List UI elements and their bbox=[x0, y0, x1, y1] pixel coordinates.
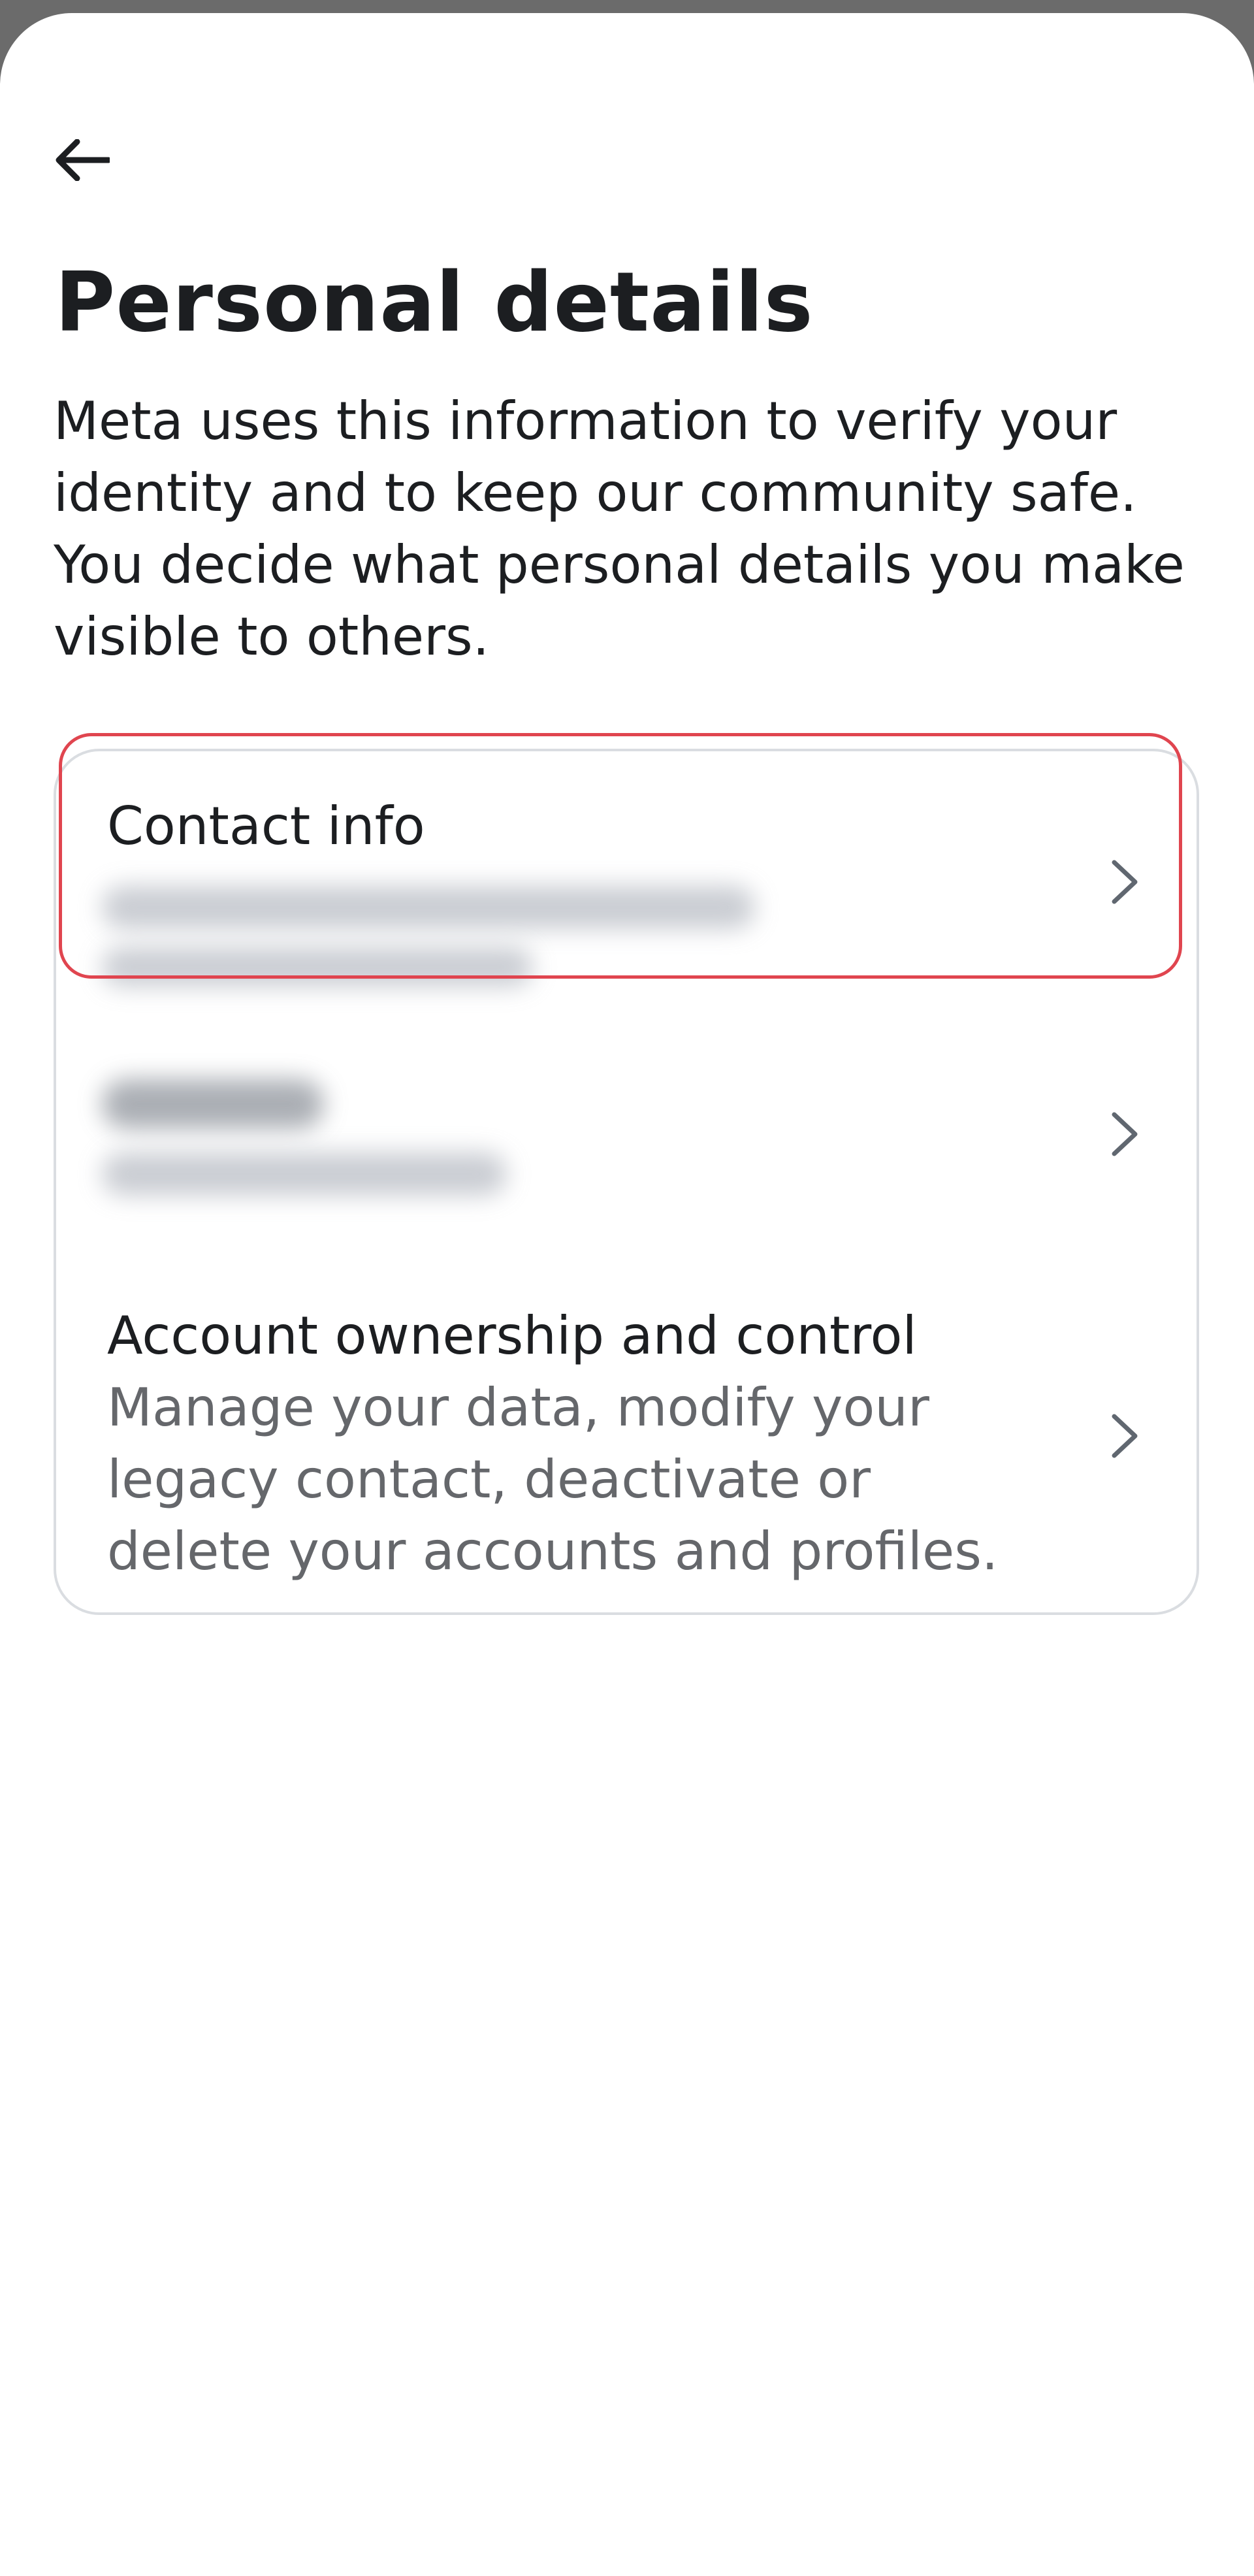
arrow-left-icon bbox=[56, 139, 110, 181]
personal-details-sheet: Personal details Meta uses this informat… bbox=[0, 13, 1254, 2576]
redacted-contact-line-1 bbox=[102, 886, 755, 929]
account-ownership-subtitle: Manage your data, modify your legacy con… bbox=[107, 1377, 999, 1582]
redacted-birthday-label bbox=[102, 1079, 324, 1129]
contact-info-row[interactable]: Contact info bbox=[56, 751, 1197, 986]
redacted-birthday-value bbox=[102, 1152, 507, 1196]
chevron-right-icon bbox=[1112, 1414, 1138, 1458]
personal-details-card: Contact info Account ownership and contr… bbox=[54, 749, 1199, 1615]
account-ownership-row[interactable]: Account ownership and control Manage you… bbox=[56, 1267, 1197, 1615]
chevron-right-icon bbox=[1112, 860, 1138, 904]
redacted-contact-line-2 bbox=[102, 947, 533, 986]
account-ownership-title: Account ownership and control bbox=[107, 1305, 917, 1366]
contact-info-title: Contact info bbox=[107, 796, 425, 856]
chevron-right-icon bbox=[1112, 1112, 1138, 1156]
page-title: Personal details bbox=[55, 254, 814, 350]
page-description: Meta uses this information to verify you… bbox=[54, 391, 1185, 667]
back-button[interactable] bbox=[46, 124, 118, 196]
birthday-row[interactable] bbox=[56, 1006, 1197, 1228]
